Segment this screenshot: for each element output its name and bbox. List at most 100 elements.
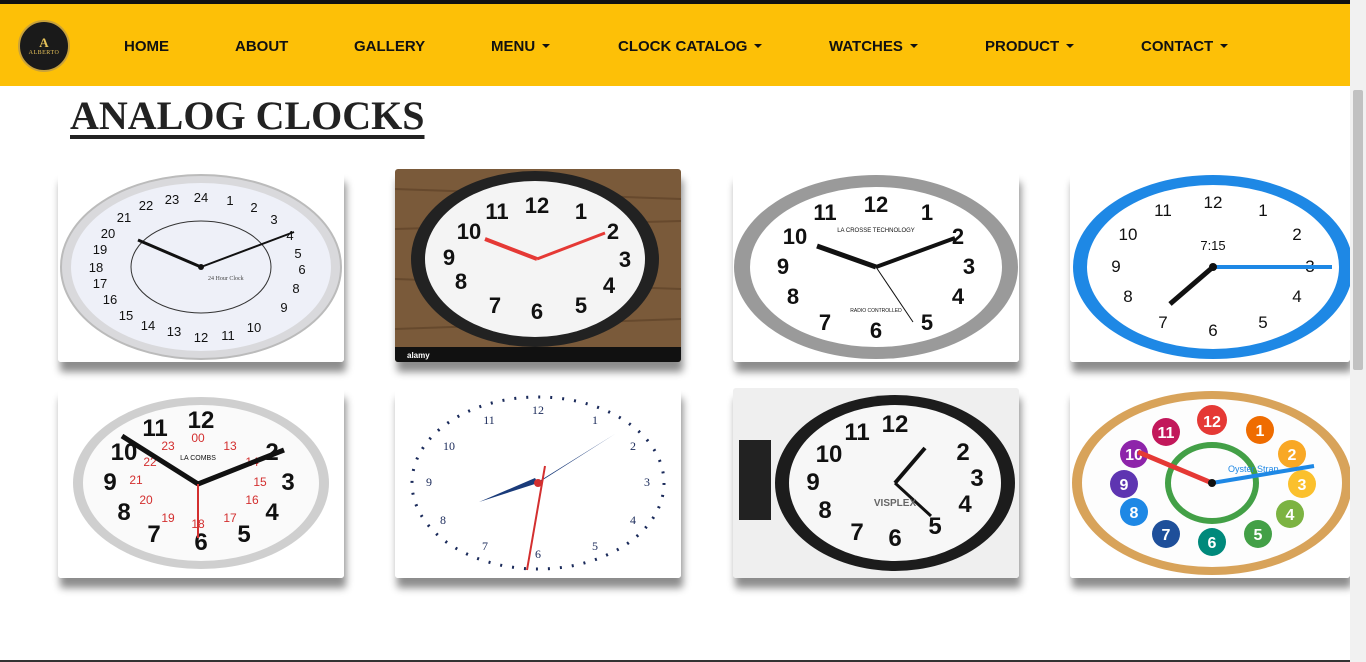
svg-text:2: 2 <box>1288 447 1297 464</box>
svg-text:10: 10 <box>783 224 807 249</box>
svg-text:15: 15 <box>253 475 267 489</box>
svg-text:1: 1 <box>1256 423 1265 440</box>
clock-image-8: 12 1 2 3 4 5 6 7 8 9 10 11 Oyster Strap <box>1070 388 1350 578</box>
svg-text:5: 5 <box>237 521 250 548</box>
svg-text:5: 5 <box>1254 527 1263 544</box>
svg-text:5: 5 <box>928 513 941 540</box>
clock-card-6[interactable]: 12 1 2 3 4567 8 9 10 11 <box>395 388 681 578</box>
nav-watches-dropdown[interactable]: WATCHES <box>829 38 918 55</box>
svg-text:1: 1 <box>1258 201 1267 220</box>
svg-text:11: 11 <box>221 328 235 343</box>
svg-text:1: 1 <box>226 193 233 208</box>
clock-sub-3: RADIO CONTROLLED <box>850 308 902 314</box>
svg-text:10: 10 <box>816 441 843 468</box>
clock-card-8[interactable]: 12 1 2 3 4 5 6 7 8 9 10 11 Oyster Strap <box>1070 388 1350 578</box>
svg-text:23: 23 <box>165 192 179 207</box>
svg-text:1: 1 <box>575 199 587 224</box>
svg-text:11: 11 <box>1154 201 1172 220</box>
svg-text:4: 4 <box>952 284 965 309</box>
clock-image-4: 12123 4567 891011 7:15 <box>1070 172 1350 362</box>
nav-about-label: ABOUT <box>235 38 289 55</box>
svg-text:21: 21 <box>129 473 143 487</box>
vertical-scrollbar[interactable] <box>1350 0 1366 662</box>
svg-text:6: 6 <box>531 299 543 324</box>
svg-text:6: 6 <box>1208 535 1217 552</box>
nav-contact-label: CONTACT <box>1141 38 1214 55</box>
svg-text:22: 22 <box>139 198 153 213</box>
clock-card-4[interactable]: 12123 4567 891011 7:15 <box>1070 172 1350 362</box>
clock-brand-5: LA COMBS <box>180 455 216 462</box>
svg-text:7: 7 <box>147 521 160 548</box>
svg-text:8: 8 <box>1130 505 1139 522</box>
clock-card-3[interactable]: 12 1 2 3 4567 8 9 10 11 LA CROSSE TECHNOLOGY R… <box>733 172 1019 362</box>
caret-down-icon <box>1066 44 1075 48</box>
svg-text:12: 12 <box>532 403 544 417</box>
nav-gallery[interactable]: GALLERY <box>354 38 425 55</box>
caret-down-icon <box>542 44 551 48</box>
svg-text:3: 3 <box>270 212 277 227</box>
navbar: A ALBERTO HOME ABOUT GALLERY MENU CLOCK … <box>0 4 1350 86</box>
nav-contact-dropdown[interactable]: CONTACT <box>1141 38 1229 55</box>
nav-home[interactable]: HOME <box>124 38 169 55</box>
clock-image-2: 12 123 4567 891011 alamy <box>395 169 681 362</box>
svg-text:12: 12 <box>525 193 549 218</box>
svg-text:19: 19 <box>161 511 175 525</box>
svg-text:11: 11 <box>844 419 869 446</box>
scrollbar-thumb[interactable] <box>1353 90 1363 370</box>
logo-letter: A <box>39 35 49 50</box>
clock-card-7[interactable]: 12 11 10 9 8765 432 VISPLEX <box>733 388 1019 578</box>
svg-text:17: 17 <box>93 276 107 291</box>
svg-text:7: 7 <box>1162 527 1171 544</box>
svg-text:11: 11 <box>142 415 167 442</box>
svg-text:5: 5 <box>592 539 598 553</box>
svg-text:6: 6 <box>870 318 882 343</box>
svg-text:9: 9 <box>1120 477 1129 494</box>
svg-text:12: 12 <box>1204 193 1223 212</box>
clock-card-2[interactable]: 12 1 2 3 4567 8 9 10 11 alamy <box>395 169 681 362</box>
svg-text:21: 21 <box>117 210 131 225</box>
svg-text:4: 4 <box>1286 507 1295 524</box>
page-title: ANALOG CLOCKS <box>70 93 425 138</box>
svg-text:1: 1 <box>921 200 933 225</box>
svg-text:12: 12 <box>194 330 208 345</box>
svg-text:12: 12 <box>864 192 888 217</box>
svg-text:12: 12 <box>1203 414 1221 431</box>
svg-text:14: 14 <box>141 318 155 333</box>
svg-text:7: 7 <box>1158 313 1167 332</box>
nav-product-dropdown[interactable]: PRODUCT <box>985 38 1075 55</box>
svg-text:19: 19 <box>93 242 107 257</box>
svg-text:20: 20 <box>139 493 153 507</box>
brand-logo[interactable]: A ALBERTO <box>18 20 70 72</box>
svg-text:4: 4 <box>1292 287 1301 306</box>
nav-about[interactable]: ABOUT <box>235 38 288 55</box>
caret-down-icon <box>754 44 763 48</box>
nav-clock-catalog-dropdown[interactable]: CLOCK CATALOG <box>618 38 763 55</box>
svg-text:8: 8 <box>1123 287 1132 306</box>
clock-brand-7: VISPLEX <box>874 498 917 509</box>
svg-text:9: 9 <box>443 245 455 270</box>
svg-text:3: 3 <box>1298 477 1307 494</box>
svg-text:7: 7 <box>489 293 501 318</box>
svg-text:15: 15 <box>119 308 133 323</box>
svg-text:10: 10 <box>247 320 261 335</box>
svg-text:10: 10 <box>457 219 481 244</box>
svg-text:9: 9 <box>280 300 287 315</box>
svg-text:3: 3 <box>644 475 650 489</box>
clock-image-7: 12 11109 87 6 5 432 VISPLEX <box>733 388 1019 578</box>
svg-text:11: 11 <box>1158 425 1175 442</box>
svg-text:9: 9 <box>777 254 789 279</box>
caret-down-icon <box>909 44 918 48</box>
svg-text:5: 5 <box>294 246 301 261</box>
clock-card-1[interactable]: 24 1 2 3 4568 9 10 11 12 13 14 15 16 17 18 19 20 21 2… <box>58 172 344 362</box>
clock-image-5: 1211109 8765 432 00232221 20191817 16151… <box>58 388 344 578</box>
nav-product-label: PRODUCT <box>985 38 1060 55</box>
svg-text:8: 8 <box>818 497 831 524</box>
clock-card-5[interactable]: 1211109 8765 432 00232221 20191817 16151… <box>58 388 344 578</box>
svg-text:9: 9 <box>806 469 819 496</box>
svg-text:5: 5 <box>921 310 933 335</box>
svg-text:20: 20 <box>101 226 115 241</box>
svg-text:9: 9 <box>426 475 432 489</box>
svg-text:17: 17 <box>223 511 237 525</box>
nav-menu-dropdown[interactable]: MENU <box>491 38 551 55</box>
svg-text:3: 3 <box>281 469 294 496</box>
